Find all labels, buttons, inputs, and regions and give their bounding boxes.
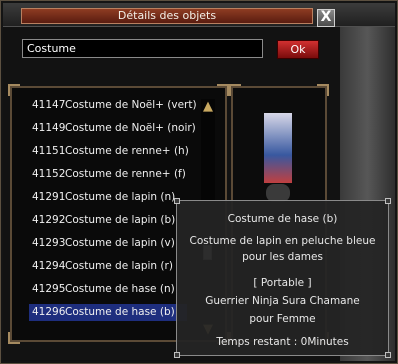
- ok-button[interactable]: Ok: [277, 40, 319, 59]
- item-name: Costume de lapin (r): [65, 260, 173, 272]
- item-name: Costume de Noël+ (noir): [65, 122, 196, 134]
- frame-corner: [317, 84, 329, 96]
- item-id: 41149: [32, 122, 66, 134]
- item-name: Costume de hase (n): [65, 283, 175, 295]
- list-item[interactable]: 41293Costume de lapin (v): [29, 235, 187, 252]
- list-item[interactable]: 41291Costume de lapin (n): [29, 189, 187, 206]
- item-id: 41151: [32, 145, 66, 157]
- item-name: Costume de Noël+ (vert): [65, 99, 197, 111]
- item-id: 41296: [32, 306, 66, 318]
- item-name: Costume de renne+ (f): [65, 168, 186, 180]
- tooltip-description-cont: pour les dames: [242, 251, 323, 263]
- item-id: 41152: [32, 168, 66, 180]
- item-id: 41293: [32, 237, 66, 249]
- item-id: 41147: [32, 99, 66, 111]
- list-item[interactable]: 41152Costume de renne+ (f): [29, 166, 187, 183]
- item-name: Costume de hase (b): [65, 306, 175, 318]
- close-button[interactable]: X: [317, 9, 335, 27]
- tooltip-tag: [ Portable ]: [253, 277, 312, 289]
- frame-corner: [8, 332, 20, 344]
- tooltip-classes: Guerrier Ninja Sura Chamane: [205, 295, 360, 307]
- item-name: Costume de renne+ (h): [65, 145, 189, 157]
- tooltip-time-left: Temps restant : 0Minutes: [216, 336, 349, 348]
- list-item[interactable]: 41294Costume de lapin (r): [29, 258, 187, 275]
- item-id: 41295: [32, 283, 66, 295]
- list-item[interactable]: 41295Costume de hase (n): [29, 281, 187, 298]
- frame-corner: [229, 84, 241, 96]
- tooltip-description: Costume de lapin en peluche bleue: [189, 235, 376, 247]
- list-item[interactable]: 41151Costume de renne+ (h): [29, 143, 189, 160]
- title-bar[interactable]: Détails des objets X: [3, 3, 395, 27]
- costume-preview-icon: [264, 113, 292, 183]
- list-item[interactable]: 41292Costume de lapin (b): [29, 212, 187, 229]
- window-title: Détails des objets: [21, 8, 313, 24]
- list-item[interactable]: 41147Costume de Noël+ (vert): [29, 97, 197, 114]
- tooltip-corner: [385, 198, 391, 204]
- item-tooltip: Costume de hase (b) Costume de lapin en …: [174, 198, 391, 358]
- item-id: 41291: [32, 191, 66, 203]
- tooltip-item-name: Costume de hase (b): [227, 213, 338, 225]
- tooltip-corner: [385, 352, 391, 358]
- item-name: Costume de lapin (b): [65, 214, 176, 226]
- frame-corner: [217, 84, 229, 96]
- item-name: Costume de lapin (n): [65, 191, 176, 203]
- item-name: Costume de lapin (v): [65, 237, 175, 249]
- frame-corner: [8, 84, 20, 96]
- tooltip-gender: pour Femme: [249, 313, 316, 325]
- item-id: 41294: [32, 260, 66, 272]
- tooltip-corner: [174, 198, 180, 204]
- scroll-up-arrow-icon[interactable]: ▲: [200, 100, 216, 114]
- item-id: 41292: [32, 214, 66, 226]
- list-item[interactable]: 41149Costume de Noël+ (noir): [29, 120, 196, 137]
- search-input[interactable]: Costume: [22, 39, 263, 58]
- list-item[interactable]: 41296Costume de hase (b): [29, 304, 187, 321]
- tooltip-corner: [174, 352, 180, 358]
